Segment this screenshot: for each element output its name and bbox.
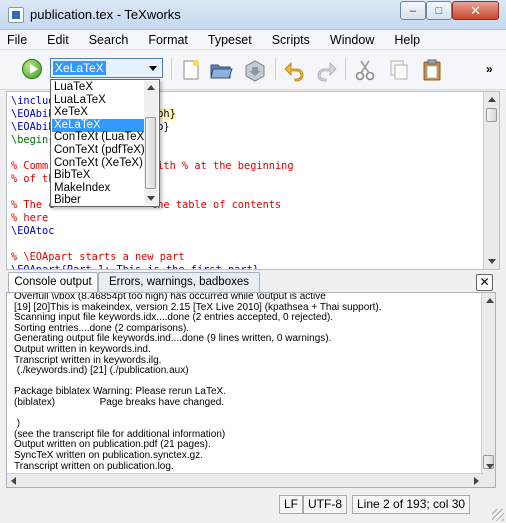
- undo-icon[interactable]: [282, 58, 306, 82]
- close-panel-button[interactable]: ✕: [476, 274, 493, 291]
- menu-help[interactable]: Help: [394, 33, 420, 47]
- console-horizontal-scrollbar[interactable]: [7, 473, 483, 487]
- editor-line-tail: the table of contents: [151, 199, 282, 211]
- scroll-left-icon[interactable]: [11, 477, 16, 485]
- editor-line: \EOApart{Part 1: This is the first part}: [11, 264, 259, 270]
- cut-icon[interactable]: [353, 58, 377, 82]
- engine-option[interactable]: ConTeXt (XeTeX): [52, 157, 145, 170]
- copy-icon[interactable]: [387, 58, 411, 82]
- engine-option[interactable]: Biber: [52, 194, 145, 207]
- editor-line: \EOAbib: [11, 108, 55, 120]
- engine-select[interactable]: XeLaTeX: [50, 58, 163, 78]
- menu-typeset[interactable]: Typeset: [208, 33, 252, 47]
- scroll-up-icon[interactable]: [488, 97, 496, 102]
- toolbar-overflow-button[interactable]: »: [486, 62, 493, 76]
- editor-line-tail: with % at the beginning: [151, 160, 294, 172]
- editor-line: \EOAbib: [11, 121, 55, 133]
- console-line: (biblatex) Page breaks have changed.: [14, 397, 225, 408]
- engine-option[interactable]: ConTeXt (pdfTeX): [52, 144, 145, 157]
- scroll-up-icon[interactable]: [486, 298, 494, 303]
- editor-line: % here: [11, 212, 49, 224]
- resize-grip-icon[interactable]: [492, 509, 504, 521]
- menu-format[interactable]: Format: [148, 33, 188, 47]
- engine-option[interactable]: ConTeXt (LuaTeX): [52, 131, 148, 144]
- toolbar-separator: [171, 58, 172, 80]
- encoding-indicator[interactable]: UTF-8: [303, 495, 347, 514]
- toolbar-separator: [345, 58, 346, 80]
- scrollbar-thumb[interactable]: [486, 108, 497, 122]
- chevron-down-icon: [149, 66, 157, 71]
- engine-option[interactable]: LuaTeX: [52, 81, 145, 94]
- console-line: Transcript written on publication.log.: [14, 460, 174, 472]
- redo-icon[interactable]: [315, 58, 339, 82]
- menu-edit[interactable]: Edit: [47, 33, 69, 47]
- texworks-app-icon: [8, 7, 24, 23]
- console-line: (./keywords.ind) [21] (./publication.aux…: [14, 365, 189, 377]
- paste-icon[interactable]: [420, 58, 444, 82]
- line-ending-indicator[interactable]: LF: [279, 495, 304, 514]
- engine-option[interactable]: XeLaTeX: [52, 118, 145, 132]
- console-output[interactable]: Overfull \vbox (8.46854pt too high) has …: [6, 292, 496, 488]
- engine-option[interactable]: BibTeX: [52, 169, 145, 182]
- scroll-down-icon[interactable]: [488, 259, 496, 264]
- scrollbar-thumb[interactable]: [145, 117, 156, 189]
- scroll-right-icon[interactable]: [474, 477, 479, 485]
- minimize-button[interactable]: –: [400, 1, 426, 20]
- editor-line: % The c: [11, 199, 55, 211]
- editor-line: \EOAtoc: [11, 225, 55, 237]
- open-folder-icon[interactable]: [209, 58, 233, 82]
- tab-errors-warnings[interactable]: Errors, warnings, badboxes: [98, 272, 260, 292]
- menu-bar: File Edit Search Format Typeset Scripts …: [0, 30, 506, 50]
- close-button[interactable]: ✕: [452, 1, 499, 20]
- editor-vertical-scrollbar[interactable]: [483, 92, 499, 269]
- title-bar[interactable]: publication.tex - TeXworks – □ ✕: [0, 0, 506, 30]
- scroll-down-icon[interactable]: [147, 196, 155, 201]
- engine-select-value: XeLaTeX: [53, 61, 106, 75]
- toolbar-separator: [275, 58, 276, 80]
- menu-search[interactable]: Search: [89, 33, 129, 47]
- window-title: publication.tex - TeXworks: [30, 7, 181, 22]
- output-tabs: Console output Errors, warnings, badboxe…: [0, 272, 506, 293]
- engine-dropdown-list: LuaTeX LuaLaTeX XeTeX XeLaTeX ConTeXt (LuaTe…: [50, 79, 160, 207]
- tab-console-output[interactable]: Console output: [8, 272, 98, 293]
- engine-option[interactable]: MakeIndex: [52, 182, 145, 195]
- scroll-down-icon[interactable]: [486, 464, 494, 469]
- engine-option[interactable]: XeTeX: [52, 106, 145, 119]
- editor-line: % Comm: [11, 160, 49, 172]
- scroll-up-icon[interactable]: [147, 85, 155, 90]
- cursor-position-indicator[interactable]: Line 2 of 193; col 30: [352, 495, 471, 514]
- menu-file[interactable]: File: [7, 33, 27, 47]
- dropdown-scrollbar[interactable]: [144, 81, 158, 205]
- typeset-icon[interactable]: [22, 59, 42, 79]
- engine-option[interactable]: LuaLaTeX: [52, 94, 145, 107]
- status-bar: LF UTF-8 Line 2 of 193; col 30: [0, 492, 506, 523]
- save-icon[interactable]: [243, 58, 267, 82]
- menu-window[interactable]: Window: [330, 33, 374, 47]
- editor-line: % \EOApart starts a new part: [11, 251, 185, 263]
- menu-scripts[interactable]: Scripts: [272, 33, 310, 47]
- console-vertical-scrollbar[interactable]: [481, 293, 495, 487]
- new-document-icon[interactable]: [179, 58, 203, 82]
- maximize-button[interactable]: □: [426, 1, 452, 20]
